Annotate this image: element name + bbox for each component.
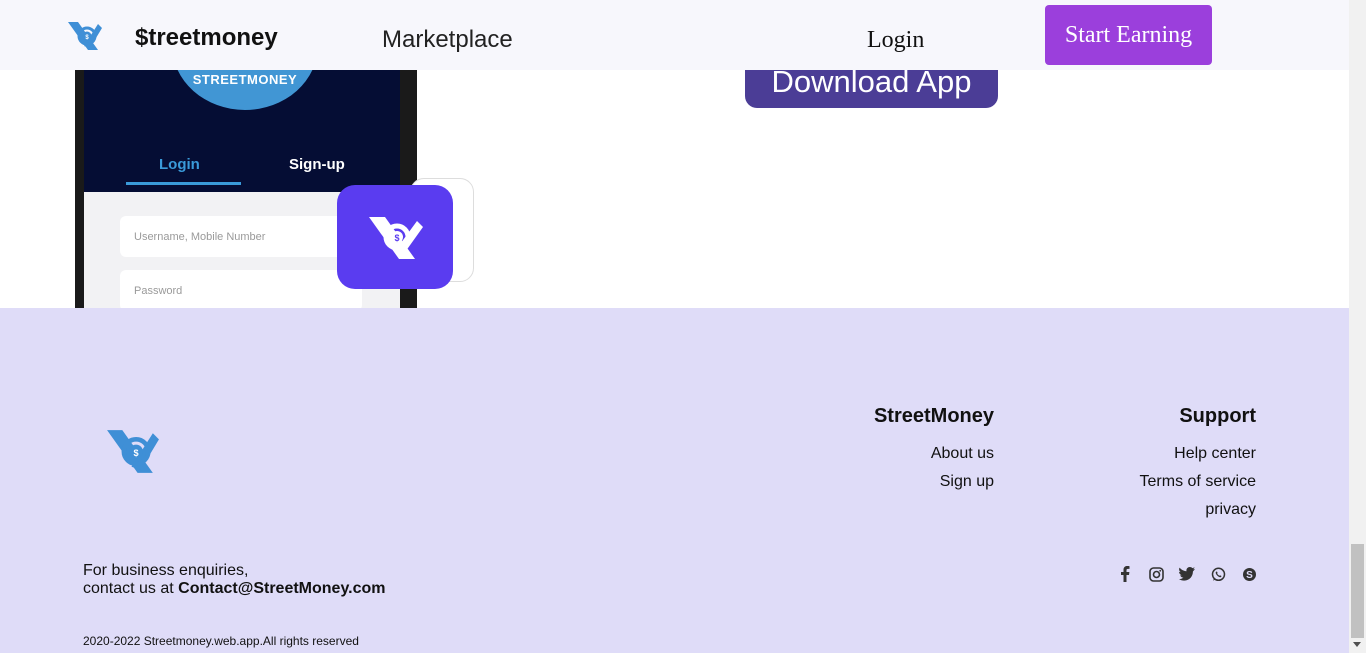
phone-tab-underline	[126, 182, 241, 185]
footer-col-support-title: Support	[1179, 405, 1256, 427]
svg-text:S: S	[1246, 570, 1253, 581]
phone-circle-label: STREETMONEY	[192, 72, 298, 87]
footer-link-privacy[interactable]: privacy	[1205, 501, 1256, 519]
nav-login-link[interactable]: Login	[867, 27, 924, 54]
scrollbar-thumb[interactable]	[1351, 544, 1364, 638]
copyright-text: 2020-2022 Streetmoney.web.app.All rights…	[83, 634, 359, 648]
brand-name[interactable]: $treetmoney	[135, 24, 278, 52]
facebook-icon[interactable]	[1116, 565, 1134, 583]
enquiry-prefix: contact us at	[83, 580, 179, 597]
phone-tab-login: Login	[159, 156, 200, 173]
footer-link-terms[interactable]: Terms of service	[1140, 473, 1256, 491]
app-logo-icon: $	[369, 217, 423, 259]
phone-tab-signup: Sign-up	[289, 156, 345, 173]
footer-col-streetmoney-title: StreetMoney	[873, 405, 994, 427]
whatsapp-icon[interactable]	[1209, 565, 1227, 583]
scroll-down-arrow-icon[interactable]	[1353, 642, 1361, 647]
enquiry-line-1: For business enquiries,	[83, 562, 249, 579]
instagram-icon[interactable]	[1147, 565, 1165, 583]
phone-password-field: Password	[120, 270, 362, 308]
nav-marketplace-link[interactable]: Marketplace	[382, 26, 513, 54]
top-navbar: $ $treetmoney Marketplace Login Start Ea…	[0, 0, 1349, 70]
start-earning-button[interactable]: Start Earning	[1045, 5, 1212, 65]
footer-link-sign-up[interactable]: Sign up	[940, 473, 994, 491]
footer-logo-icon: $	[104, 421, 162, 479]
brand-logo-icon[interactable]: $	[66, 16, 104, 54]
footer: $ StreetMoney About us Sign up Support H…	[0, 308, 1349, 653]
social-icons: S	[1116, 565, 1258, 583]
footer-link-about-us[interactable]: About us	[931, 445, 994, 463]
svg-text:$: $	[394, 233, 399, 243]
business-enquiry: For business enquiries, contact us at Co…	[83, 562, 386, 598]
phone-username-field: Username, Mobile Number	[120, 216, 362, 257]
contact-email-link[interactable]: Contact@StreetMoney.com	[178, 580, 385, 597]
enquiry-line-2: contact us at Contact@StreetMoney.com	[83, 580, 386, 598]
twitter-icon[interactable]	[1178, 565, 1196, 583]
svg-text:$: $	[134, 448, 139, 458]
skype-icon[interactable]: S	[1240, 565, 1258, 583]
footer-link-help-center[interactable]: Help center	[1174, 445, 1256, 463]
app-icon: $	[337, 185, 453, 289]
